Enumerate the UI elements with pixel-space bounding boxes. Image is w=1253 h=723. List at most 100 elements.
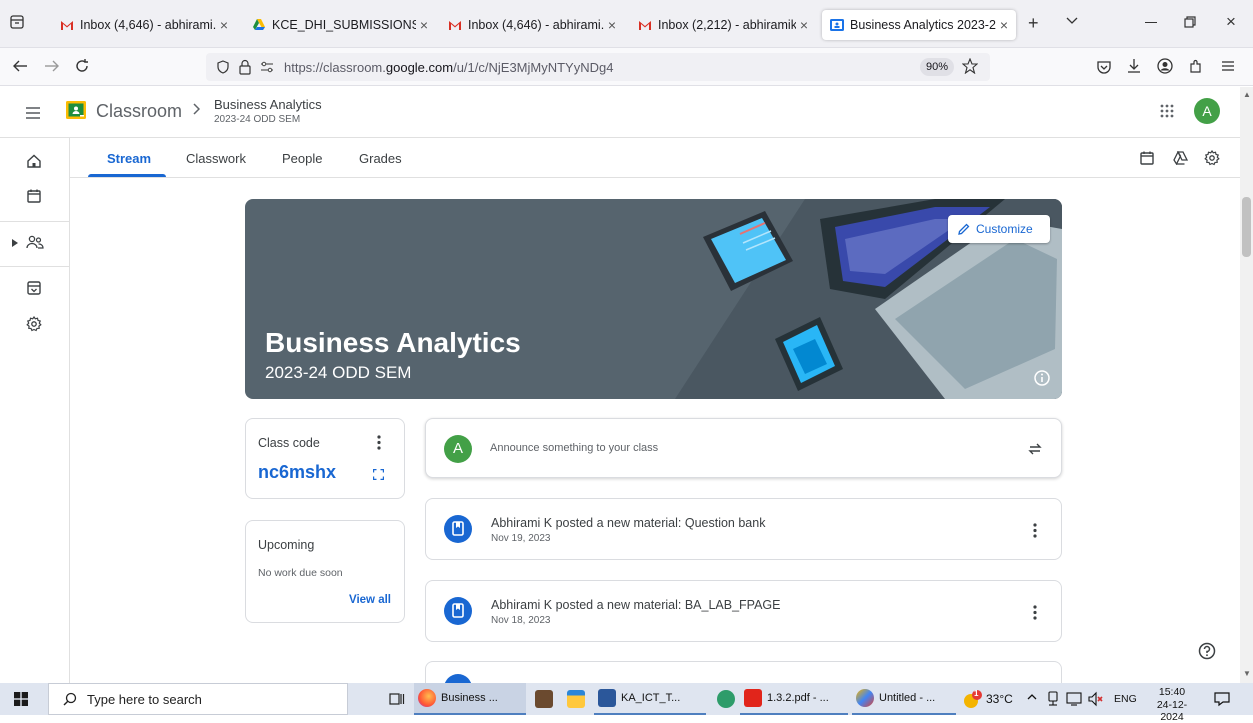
settings-gear-icon[interactable] [26,316,42,332]
avatar[interactable]: A [1194,98,1220,124]
tab-stream[interactable]: Stream [107,151,151,166]
taskbar-app-calendar[interactable] [529,683,559,715]
zoom-level-badge[interactable]: 90% [920,58,954,76]
volume-muted-icon[interactable] [1088,691,1104,707]
help-icon[interactable] [1198,642,1216,660]
display-icon[interactable] [1066,691,1082,707]
taskbar-app-upload[interactable] [713,683,739,715]
reload-icon[interactable] [74,58,90,74]
customize-button[interactable]: Customize [948,215,1050,243]
pocket-icon[interactable] [1096,59,1112,75]
stream-post[interactable]: Abhirami K posted a new material: BA_LAB… [425,580,1062,642]
taskbar-app-pdf[interactable]: 1.3.2.pdf - ... [740,683,848,715]
expand-chevron-icon[interactable] [12,239,18,247]
tab-list-icon[interactable] [9,14,25,30]
network-icon[interactable] [1046,691,1060,707]
menu-icon[interactable] [1221,60,1235,72]
minimize-icon[interactable] [1145,22,1157,23]
tab-grades[interactable]: Grades [359,151,402,166]
calendar-icon[interactable] [1140,151,1154,165]
close-icon[interactable]: × [996,17,1008,33]
more-options-icon[interactable] [1033,605,1037,620]
announce-box[interactable]: A Announce something to your class [425,418,1062,478]
lock-icon[interactable] [238,59,252,75]
classroom-logo-icon[interactable] [66,101,86,119]
more-options-icon[interactable] [377,435,381,450]
task-view-icon[interactable] [389,691,405,707]
stream-post[interactable] [425,661,1062,683]
main-menu-icon[interactable] [26,107,40,119]
restore-icon[interactable] [1184,16,1196,28]
taskbar-app-label: Untitled - ... [879,692,936,704]
taskbar-app-paint[interactable]: Untitled - ... [852,683,956,715]
close-icon[interactable]: × [416,17,428,33]
google-apps-icon[interactable] [1160,104,1174,118]
close-icon[interactable]: × [796,17,808,33]
tray-chevron-up-icon[interactable] [1027,693,1037,701]
language-indicator[interactable]: ENG [1114,693,1137,705]
pdf-icon [744,689,762,707]
browser-tab[interactable]: Inbox (4,646) - abhirami.cse@ × [440,10,624,40]
fullscreen-icon[interactable] [373,469,384,480]
notifications-icon[interactable] [1214,691,1230,707]
home-icon[interactable] [27,154,41,168]
archive-icon[interactable] [27,281,41,295]
downloads-icon[interactable] [1126,58,1142,74]
breadcrumb-chevron-icon [192,103,200,115]
browser-tab[interactable]: Inbox (4,646) - abhirami.cse@ × [52,10,236,40]
permissions-icon[interactable] [260,61,274,73]
bookmark-star-icon[interactable] [962,58,978,74]
more-options-icon[interactable] [1033,523,1037,538]
taskbar-app-firefox[interactable]: Business ... [414,683,526,715]
scroll-up-icon[interactable]: ▲ [1243,90,1251,99]
extensions-icon[interactable] [1188,58,1204,74]
customize-label: Customize [976,222,1033,236]
breadcrumb[interactable]: Business Analytics 2023-24 ODD SEM [214,97,322,125]
breadcrumb-title: Business Analytics [214,97,322,112]
back-icon[interactable] [12,59,28,73]
weather-icon[interactable]: 1 [961,689,983,709]
close-icon[interactable]: × [604,17,616,33]
browser-tab[interactable]: KCE_DHI_SUBMISSIONS - Go × [244,10,436,40]
drive-folder-icon[interactable] [1173,151,1188,165]
temperature[interactable]: 33°C [986,692,1013,706]
info-icon[interactable] [1034,370,1050,386]
post-date: Nov 19, 2023 [491,533,551,544]
browser-tab[interactable]: Inbox (2,212) - abhiramikkb7 × [630,10,816,40]
browser-tab-active[interactable]: Business Analytics 2023-24 O × [822,10,1016,40]
forward-icon[interactable] [44,59,60,73]
url-text[interactable]: https://classroom.google.com/u/1/c/NjE3M… [284,60,613,75]
close-window-icon[interactable]: × [1226,12,1236,32]
address-bar[interactable]: https://classroom.google.com/u/1/c/NjE3M… [206,53,990,81]
taskbar-app-word[interactable]: KA_ICT_T... [594,683,706,715]
taskbar-search-input[interactable]: Type here to search [48,683,348,715]
tab-classwork[interactable]: Classwork [186,151,246,166]
app-name[interactable]: Classroom [96,101,182,122]
file-explorer-icon [567,690,585,708]
post-title: Abhirami K posted a new material: BA_LAB… [491,598,781,612]
left-rail [0,138,70,683]
account-icon[interactable] [1157,58,1173,74]
active-tab-indicator [88,174,166,177]
clock-time: 15:40 [1158,686,1186,698]
clock[interactable]: 15:40 24-12-2024 [1146,686,1198,723]
taskbar-app-file-explorer[interactable] [561,683,591,715]
tab-people[interactable]: People [282,151,322,166]
page-scrollbar[interactable]: ▲ ▼ [1240,87,1253,683]
shield-icon[interactable] [216,60,230,74]
tab-overflow-chevron-icon[interactable] [1066,17,1078,25]
announce-placeholder[interactable]: Announce something to your class [490,442,658,454]
tab-label: Inbox (4,646) - abhirami.cse@ [80,18,216,32]
settings-gear-icon[interactable] [1204,150,1220,166]
calendar-icon[interactable] [27,189,41,203]
stream-post[interactable]: Abhirami K posted a new material: Questi… [425,498,1062,560]
people-icon[interactable] [26,235,44,249]
new-tab-icon[interactable]: + [1028,13,1039,34]
post-text: Abhirami K posted a new material: Questi… [491,516,765,544]
scrollbar-thumb[interactable] [1242,197,1251,257]
view-all-link[interactable]: View all [349,594,391,606]
scroll-down-icon[interactable]: ▼ [1243,669,1251,678]
close-icon[interactable]: × [216,17,228,33]
repost-icon[interactable] [1027,441,1043,457]
windows-start-icon[interactable] [14,692,28,706]
